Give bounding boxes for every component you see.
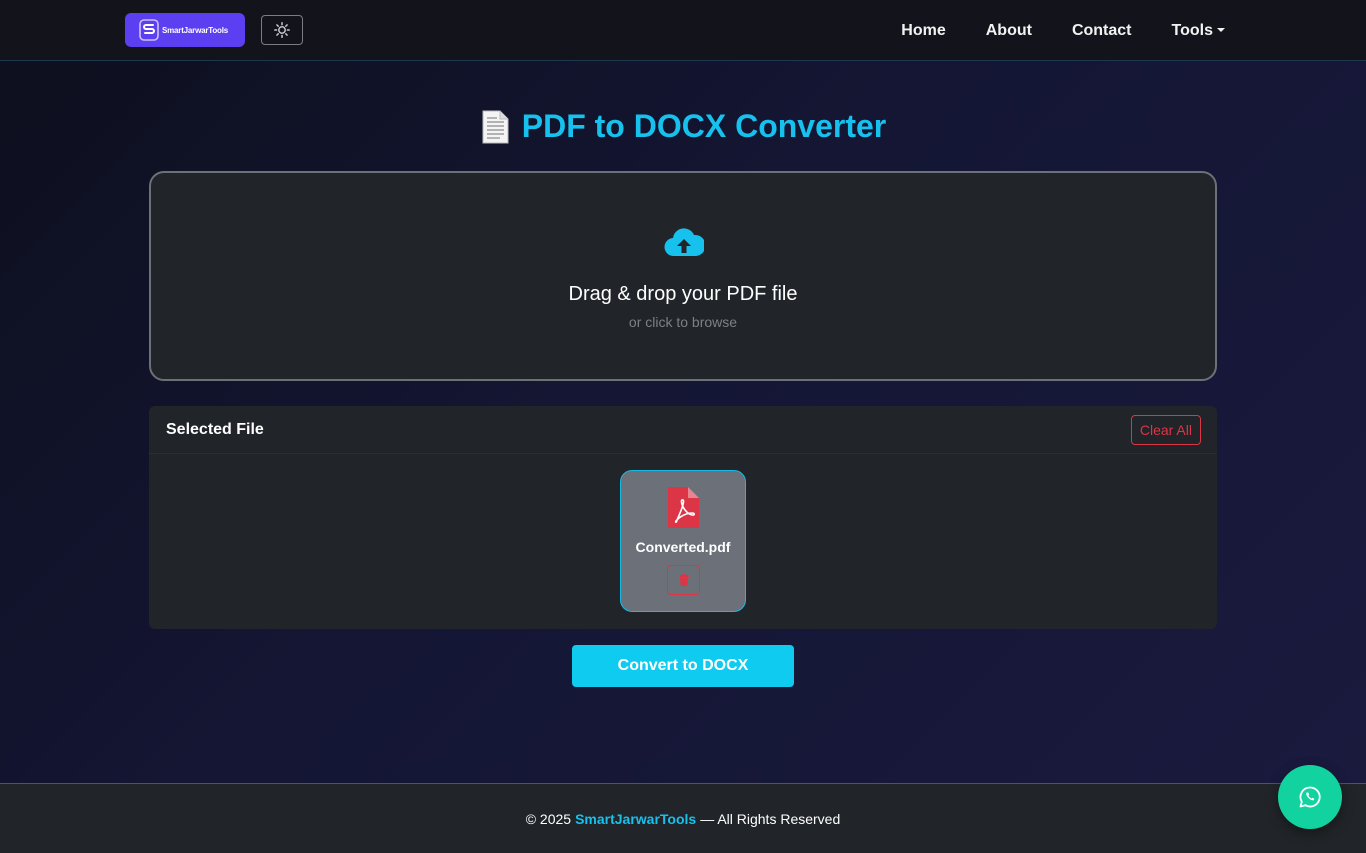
- delete-file-button[interactable]: [667, 565, 700, 595]
- brand-logo[interactable]: SmartJarwarTools: [125, 13, 245, 47]
- whatsapp-icon: [1299, 786, 1321, 808]
- footer-copyright: © 2025: [525, 810, 572, 827]
- nav-tools-dropdown[interactable]: Tools: [1172, 22, 1225, 40]
- trash-icon: [678, 574, 689, 586]
- footer-rights: — All Rights Reserved: [700, 810, 841, 827]
- file-name: Converted.pdf: [635, 539, 731, 555]
- file-pdf-icon: [668, 487, 699, 528]
- file-dropzone[interactable]: Drag & drop your PDF file or click to br…: [149, 171, 1217, 381]
- selected-file-panel: Selected File Clear All Converted.pdf: [149, 406, 1217, 629]
- dropzone-sub-text: or click to browse: [628, 314, 738, 330]
- theme-toggle-button[interactable]: [261, 15, 303, 45]
- dropzone-main-text: Drag & drop your PDF file: [568, 283, 798, 305]
- clear-all-button[interactable]: Clear All: [1130, 414, 1201, 445]
- whatsapp-chat-button[interactable]: [1278, 765, 1342, 829]
- convert-to-docx-button[interactable]: Convert to DOCX: [572, 645, 794, 687]
- cloud-upload-icon: [664, 228, 704, 257]
- page-title-row: PDF to DOCX Converter: [0, 108, 1366, 145]
- file-card: Converted.pdf: [620, 470, 746, 612]
- nav-contact[interactable]: Contact: [1072, 22, 1132, 40]
- nav-links: Home About Contact Tools: [861, 0, 1225, 61]
- sun-icon: [274, 22, 290, 38]
- footer-brand-link[interactable]: SmartJarwarTools: [575, 811, 696, 827]
- brand-s-icon: [139, 19, 159, 41]
- nav-about[interactable]: About: [986, 22, 1032, 40]
- nav-home[interactable]: Home: [901, 22, 945, 40]
- selected-file-title: Selected File: [166, 420, 264, 438]
- document-icon: [482, 110, 509, 143]
- brand-name: SmartJarwarTools: [162, 25, 229, 35]
- selected-file-header: Selected File Clear All: [149, 406, 1217, 454]
- footer: © 2025 SmartJarwarTools — All Rights Res…: [0, 783, 1366, 853]
- navbar: SmartJarwarTools Home About Contact Tool…: [0, 0, 1366, 61]
- page-title: PDF to DOCX Converter: [521, 108, 887, 144]
